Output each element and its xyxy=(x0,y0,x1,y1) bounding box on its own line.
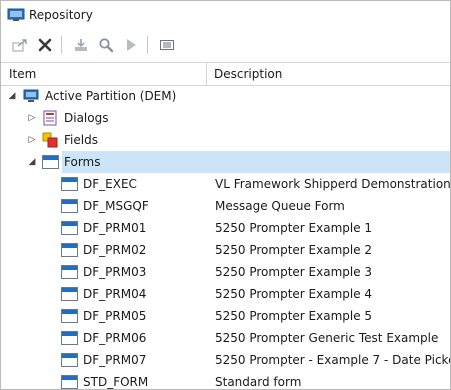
form-row[interactable]: DF_PRM02 5250 Prompter Example 2 xyxy=(1,239,450,261)
expand-arrow-icon[interactable]: ▷ xyxy=(27,135,37,145)
description-column-label: Description xyxy=(214,67,283,81)
repository-window: Repository Item Description ◢ Active Par… xyxy=(0,0,451,390)
form-row[interactable]: DF_MSGQF Message Queue Form xyxy=(1,195,450,217)
form-row[interactable]: DF_EXEC VL Framework Shipperd Demonstrat… xyxy=(1,173,450,195)
form-description: Standard form xyxy=(215,375,302,389)
form-row[interactable]: DF_PRM01 5250 Prompter Example 1 xyxy=(1,217,450,239)
item-column-header[interactable]: Item xyxy=(1,63,207,85)
collapse-arrow-icon[interactable]: ◢ xyxy=(7,91,17,101)
toolbar-separator xyxy=(61,36,62,54)
description-column-header[interactable]: Description xyxy=(208,63,450,85)
window-title: Repository xyxy=(29,8,93,22)
form-name: DF_PRM04 xyxy=(83,287,147,301)
form-name: DF_MSGQF xyxy=(83,199,149,213)
title-bar: Repository xyxy=(1,1,450,29)
tree-item-label: Forms xyxy=(64,155,101,169)
form-name: DF_PRM02 xyxy=(83,243,147,257)
form-icon xyxy=(61,243,78,257)
search-icon xyxy=(99,38,114,53)
form-description: 5250 Prompter Example 1 xyxy=(215,221,373,235)
dialog-icon xyxy=(42,110,58,126)
tree-item-fields[interactable]: ▷ Fields xyxy=(1,129,450,151)
search-button[interactable] xyxy=(95,34,117,56)
fields-icon xyxy=(42,132,58,148)
details-icon xyxy=(160,40,174,50)
checkin-icon xyxy=(75,39,87,51)
tree-item-forms[interactable]: ◢ Forms xyxy=(1,151,450,173)
forms-folder-icon xyxy=(42,155,59,169)
form-row[interactable]: DF_PRM03 5250 Prompter Example 3 xyxy=(1,261,450,283)
computer-icon xyxy=(23,88,39,104)
expand-arrow-icon[interactable]: ▷ xyxy=(27,113,37,123)
form-description: 5250 Prompter Generic Test Example xyxy=(215,331,439,345)
form-name: STD_FORM xyxy=(83,375,149,389)
collapse-arrow-icon[interactable]: ◢ xyxy=(27,157,37,167)
form-icon xyxy=(61,309,78,323)
tree-root-label: Active Partition (DEM) xyxy=(45,89,177,103)
form-icon xyxy=(61,177,78,191)
form-row[interactable]: DF_PRM07 5250 Prompter - Example 7 - Dat… xyxy=(1,349,450,371)
form-row[interactable]: DF_PRM04 5250 Prompter Example 4 xyxy=(1,283,450,305)
tree-item-label: Dialogs xyxy=(64,111,109,125)
selection-highlight xyxy=(62,151,450,173)
checkin-button[interactable] xyxy=(70,34,92,56)
form-description: 5250 Prompter Example 4 xyxy=(215,287,373,301)
form-icon xyxy=(61,265,78,279)
delete-button[interactable] xyxy=(34,34,56,56)
form-icon xyxy=(61,221,78,235)
form-description: 5250 Prompter Example 3 xyxy=(215,265,373,279)
form-name: DF_PRM07 xyxy=(83,353,147,367)
form-name: DF_EXEC xyxy=(83,177,137,191)
column-header: Item Description xyxy=(1,62,450,86)
item-column-label: Item xyxy=(9,67,37,81)
form-description: 5250 Prompter - Example 7 - Date Picker xyxy=(215,353,450,367)
form-row[interactable]: STD_FORM Standard form xyxy=(1,371,450,389)
form-row[interactable]: DF_PRM05 5250 Prompter Example 5 xyxy=(1,305,450,327)
form-description: Message Queue Form xyxy=(215,199,345,213)
delete-icon xyxy=(38,38,52,52)
export-button[interactable] xyxy=(9,34,31,56)
form-name: DF_PRM05 xyxy=(83,309,147,323)
repository-icon xyxy=(7,8,25,22)
repository-tree: ◢ Active Partition (DEM) ▷ Dialogs ▷ Fie… xyxy=(1,85,450,389)
details-button[interactable] xyxy=(156,34,178,56)
form-description: 5250 Prompter Example 5 xyxy=(215,309,373,323)
toolbar xyxy=(1,31,450,59)
form-icon xyxy=(61,375,78,389)
form-icon xyxy=(61,353,78,367)
tree-item-label: Fields xyxy=(64,133,98,147)
form-row[interactable]: DF_PRM06 5250 Prompter Generic Test Exam… xyxy=(1,327,450,349)
form-icon xyxy=(61,287,78,301)
run-button[interactable] xyxy=(120,34,142,56)
form-name: DF_PRM06 xyxy=(83,331,147,345)
form-name: DF_PRM01 xyxy=(83,221,147,235)
form-icon xyxy=(61,331,78,345)
tree-root[interactable]: ◢ Active Partition (DEM) xyxy=(1,85,450,107)
tree-item-dialogs[interactable]: ▷ Dialogs xyxy=(1,107,450,129)
run-icon xyxy=(127,39,136,51)
export-icon xyxy=(12,39,27,52)
form-description: 5250 Prompter Example 2 xyxy=(215,243,373,257)
form-description: VL Framework Shipperd Demonstration xyxy=(215,177,450,191)
form-icon xyxy=(61,199,78,213)
toolbar-separator xyxy=(147,36,148,54)
form-name: DF_PRM03 xyxy=(83,265,147,279)
